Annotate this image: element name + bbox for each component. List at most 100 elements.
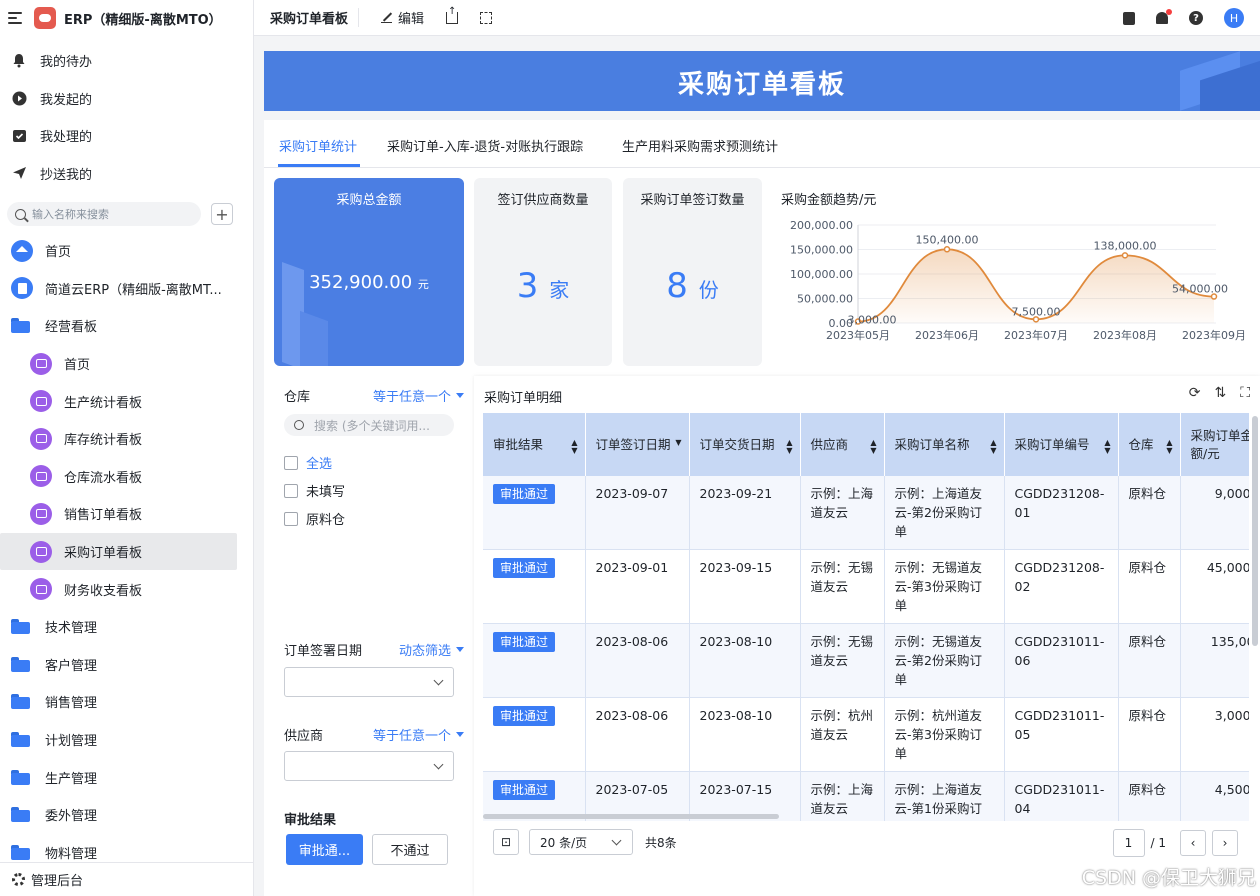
column-header-label: 采购订单金额/元 (1190, 427, 1250, 461)
warehouse-search-input[interactable]: 搜索 (多个关键词用... (284, 414, 454, 436)
column-header-label: 采购订单名称 (894, 436, 970, 452)
checkbox[interactable] (284, 455, 298, 470)
prev-page-button[interactable]: ‹ (1180, 830, 1206, 856)
sort-icon[interactable]: ▲ ▼ (870, 439, 876, 455)
book-icon[interactable] (1123, 11, 1135, 25)
card-value: 8 份 (623, 266, 762, 306)
supplier-filter-op-label: 等于任意一个 (372, 729, 451, 744)
tree-item-dash-home[interactable]: 首页 (0, 345, 253, 383)
table-row[interactable]: 审批通过 2023-08-06 2023-08-10 示例：无锡道友云 示例：无… (483, 623, 1249, 698)
sidebar-search-input[interactable]: 输入名称来搜索 (7, 202, 201, 226)
approval-fail-button[interactable]: 不通过 (372, 834, 448, 865)
tree-item-business-dashboards[interactable]: 经营看板 (0, 307, 253, 345)
edit-label: 编辑 (398, 12, 425, 27)
column-header[interactable]: 供应商 ▲ ▼ (800, 413, 885, 476)
table-cell: 2023-09-21 (689, 476, 801, 550)
tree-item-customer[interactable]: 客户管理 (0, 646, 253, 684)
data-label: 7,500.00 (1012, 305, 1061, 318)
tree-item-plan[interactable]: 计划管理 (0, 721, 253, 759)
column-header[interactable]: 订单签订日期 ▼ (585, 413, 690, 476)
current-page-input[interactable]: 1 (1112, 829, 1145, 857)
x-tick-label: 2023年08月 (1093, 328, 1157, 342)
tab-execution-tracking[interactable]: 采购订单-入库-退货-对账执行跟踪 (387, 136, 583, 155)
column-header-label: 审批结果 (493, 436, 544, 452)
column-header[interactable]: 采购订单编号 ▲ ▼ (1004, 413, 1119, 476)
menu-icon[interactable] (8, 12, 22, 24)
sort-icon[interactable]: ▲ ▼ (571, 439, 577, 455)
sort-desc-icon[interactable]: ▼ (675, 439, 681, 447)
tab-purchase-stats[interactable]: 采购订单统计 (279, 136, 357, 155)
sort-icon[interactable]: ▲ ▼ (990, 439, 996, 455)
supplier-select[interactable] (284, 751, 454, 781)
nav-my-initiated[interactable]: 我发起的 (0, 80, 253, 118)
admin-link[interactable]: 管理后台 (0, 862, 253, 896)
tree-item-production-dashboard[interactable]: 生产统计看板 (0, 382, 253, 420)
edit-button[interactable]: 编辑 (381, 8, 424, 27)
y-tick-label: 100,000.00 (790, 268, 853, 281)
page-size-select[interactable]: 20 条/页 (529, 829, 633, 855)
help-icon[interactable]: ? (1189, 11, 1203, 25)
sort-icon[interactable]: ▲ ▼ (786, 439, 792, 455)
column-header[interactable]: 审批结果 ▲ ▼ (483, 413, 586, 476)
tree-item-home[interactable]: 首页 (0, 232, 253, 270)
column-settings-icon[interactable]: ⊡ (493, 829, 519, 855)
avatar[interactable]: H (1224, 8, 1244, 28)
next-page-button[interactable]: › (1212, 830, 1238, 856)
tree-item-finance-dashboard[interactable]: 财务收支看板 (0, 570, 253, 608)
card-label: 采购总金额 (336, 193, 402, 208)
sign-date-filter-op[interactable]: 动态筛选 (399, 640, 464, 659)
table-row[interactable]: 审批通过 2023-09-01 2023-09-15 示例：无锡道友云 示例：无… (483, 549, 1249, 624)
approval-pass-button[interactable]: 审批通... (286, 834, 363, 865)
status-badge: 审批通过 (493, 484, 556, 504)
sort-icon[interactable]: ▲ ▼ (1166, 439, 1172, 455)
tree-item-label: 财务收支看板 (64, 583, 143, 599)
tree-item-sales-dashboard[interactable]: 销售订单看板 (0, 495, 253, 533)
tree-item-warehouse-flow-dashboard[interactable]: 仓库流水看板 (0, 458, 253, 496)
fullscreen-icon[interactable]: ⛶ (1240, 385, 1250, 401)
checkbox[interactable] (284, 511, 298, 526)
horizontal-scrollbar[interactable] (483, 814, 779, 819)
checkbox[interactable] (284, 483, 298, 498)
tree-item-purchase-dashboard[interactable]: 采购订单看板 (0, 532, 237, 571)
tree-item-outsourcing[interactable]: 委外管理 (0, 796, 253, 834)
tree-item-label: 首页 (45, 245, 72, 261)
checkbox-raw-warehouse[interactable]: 原料仓 (284, 509, 345, 528)
nav-my-handled[interactable]: 我处理的 (0, 117, 253, 155)
share-button[interactable] (446, 6, 459, 24)
tree-item-production[interactable]: 生产管理 (0, 758, 253, 796)
nav-cc-to-me[interactable]: 抄送我的 (0, 155, 253, 193)
vertical-scrollbar[interactable] (1252, 416, 1258, 646)
table-cell: 示例：无锡道友云-第2份采购订单 (884, 623, 1005, 698)
column-header[interactable]: 采购订单名称 ▲ ▼ (884, 413, 1005, 476)
fullscreen-button[interactable] (480, 11, 493, 24)
sort-icon[interactable]: ⇅ (1214, 385, 1226, 401)
supplier-filter-op[interactable]: 等于任意一个 (373, 725, 464, 744)
search-placeholder: 输入名称来搜索 (32, 208, 109, 221)
checkbox-select-all[interactable]: 全选 (284, 453, 332, 472)
table-cell: 审批通过 (483, 697, 586, 772)
checkbox-label: 未填写 (306, 485, 346, 500)
dashboard-icon (30, 578, 52, 601)
dashboard-banner: 采购订单看板 (264, 51, 1260, 111)
notification-bell-icon[interactable] (1156, 9, 1172, 24)
nav-my-todo[interactable]: 我的待办 (0, 42, 253, 80)
table-row[interactable]: 审批通过 2023-08-06 2023-08-10 示例：杭州道友云 示例：杭… (483, 697, 1249, 772)
tree-item-inventory-dashboard[interactable]: 库存统计看板 (0, 420, 253, 458)
refresh-icon[interactable]: ⟳ (1189, 385, 1201, 401)
add-button[interactable]: + (211, 203, 233, 225)
caret-down-icon (456, 647, 464, 652)
tree-item-sales[interactable]: 销售管理 (0, 683, 253, 721)
table-row[interactable]: 审批通过 2023-09-07 2023-09-21 示例：上海道友云 示例：上… (483, 476, 1249, 550)
sign-date-select[interactable] (284, 667, 454, 697)
checkbox-unfilled[interactable]: 未填写 (284, 481, 345, 500)
column-header[interactable]: 仓库 ▲ ▼ (1118, 413, 1181, 476)
column-header[interactable]: 采购订单金额/元 (1180, 413, 1249, 476)
column-header[interactable]: 订单交货日期 ▲ ▼ (689, 413, 801, 476)
checkbox-label: 原料仓 (306, 513, 346, 528)
table-cell: CGDD231011-06 (1004, 623, 1119, 698)
warehouse-filter-op[interactable]: 等于任意一个 (373, 386, 464, 405)
tab-demand-forecast[interactable]: 生产用料采购需求预测统计 (622, 136, 778, 155)
tree-item-tech[interactable]: 技术管理 (0, 608, 253, 646)
sort-icon[interactable]: ▲ ▼ (1104, 439, 1110, 455)
tree-item-app[interactable]: 简道云ERP（精细版-离散MT... (0, 270, 253, 308)
